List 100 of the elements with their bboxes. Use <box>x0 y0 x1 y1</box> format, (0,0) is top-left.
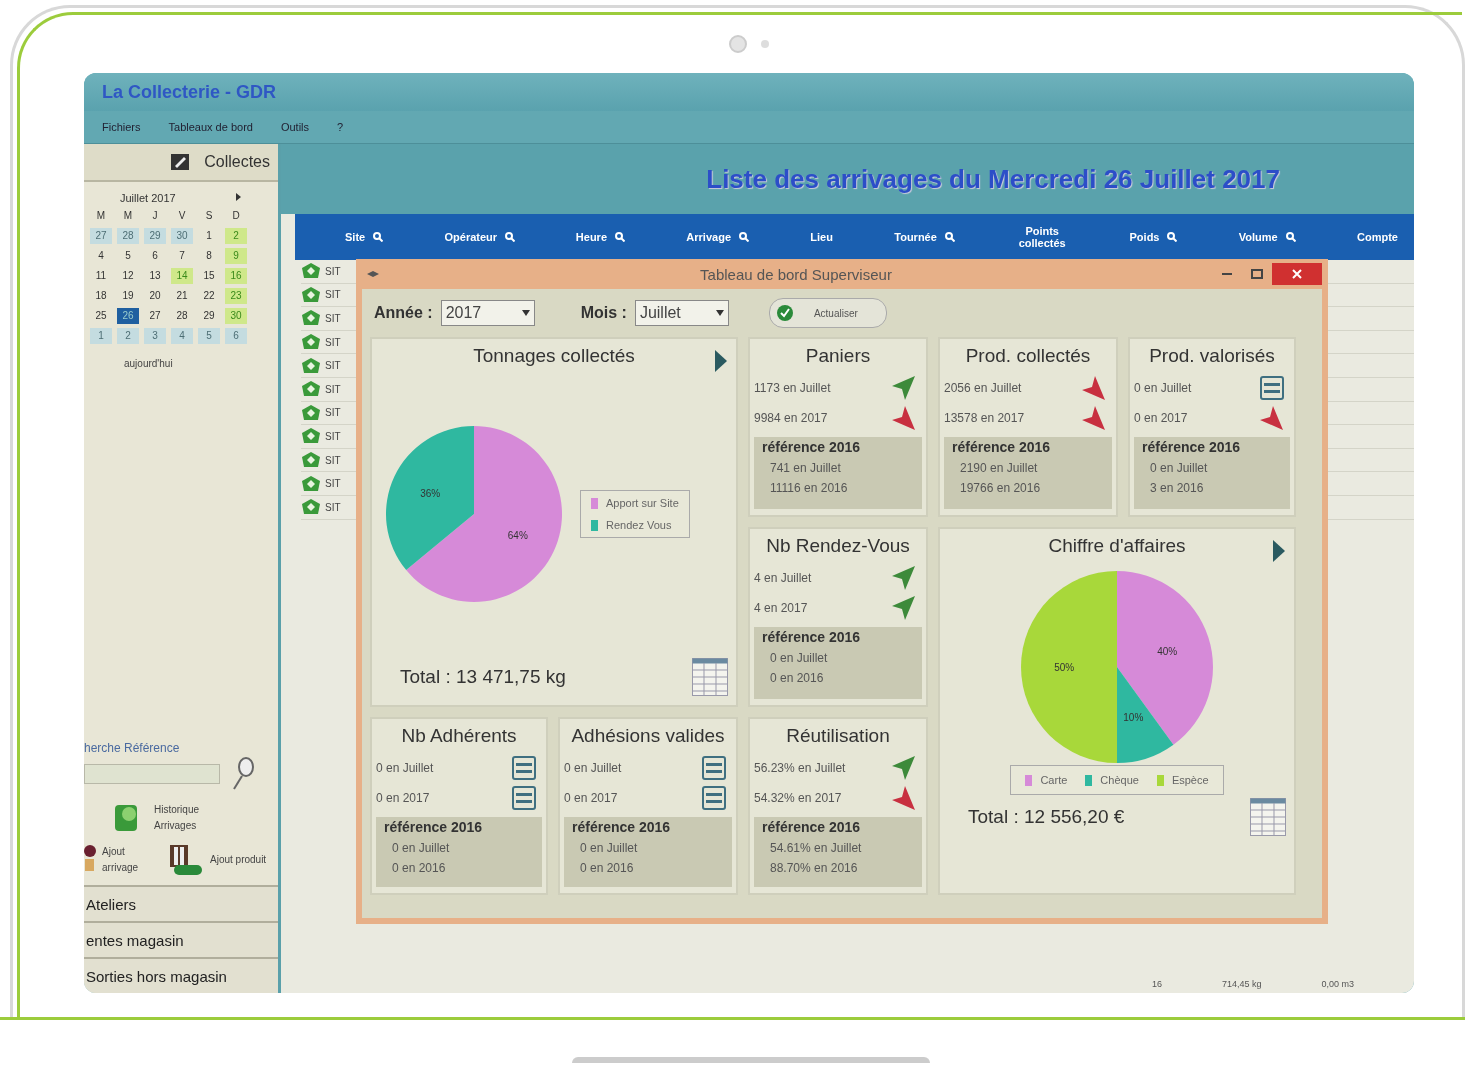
calendar-day[interactable]: 5 <box>198 328 220 344</box>
column-header[interactable]: Volume <box>1238 231 1278 243</box>
menu-item[interactable]: Outils <box>280 121 310 133</box>
calendar-day[interactable]: 9 <box>225 248 247 264</box>
card-title: Chiffre d'affaires <box>1048 534 1186 558</box>
calendar-day[interactable]: 15 <box>198 268 220 284</box>
action-button[interactable]: Historique Arrivages <box>112 801 212 835</box>
calendar-day[interactable]: 2 <box>225 228 247 244</box>
table-cell: SIT <box>325 360 341 372</box>
calendar-day[interactable]: 6 <box>225 328 247 344</box>
table-cell: SIT <box>325 336 341 348</box>
slice-label: 50% <box>1054 662 1075 673</box>
calendar-day[interactable]: 26 <box>117 308 139 324</box>
menu-item[interactable]: ? <box>337 121 344 133</box>
calendar-day[interactable]: 18 <box>90 288 112 304</box>
calendar-day[interactable]: 3 <box>144 328 166 344</box>
calendar-day[interactable]: 21 <box>171 288 193 304</box>
calendar-day[interactable]: 28 <box>171 308 193 324</box>
edit-icon <box>170 153 191 171</box>
next-icon <box>235 192 242 202</box>
calendar-day[interactable]: 4 <box>90 248 112 264</box>
calendar-day[interactable]: 12 <box>117 268 139 284</box>
card-title: Prod. collectés <box>964 344 1092 368</box>
slice-label: 10% <box>1123 712 1144 724</box>
stat-text: 0 en 2016 <box>580 861 635 875</box>
menu-item[interactable]: Tableaux de bord <box>168 121 253 133</box>
calendar-day[interactable]: 28 <box>117 228 139 244</box>
legend-label: Rendez Vous <box>606 519 672 531</box>
calendar-day[interactable]: 30 <box>225 308 247 324</box>
calendar-day[interactable]: 30 <box>171 228 193 244</box>
dropdown[interactable]: 2017 <box>440 300 535 326</box>
calendar-day[interactable]: 27 <box>90 228 112 244</box>
close-icon <box>1292 269 1302 279</box>
weekday-label: J <box>151 209 159 223</box>
today-link[interactable]: aujourd'hui <box>124 358 278 369</box>
stat-text: 741 en Juillet <box>770 461 842 475</box>
calendar-day[interactable]: 29 <box>198 308 220 324</box>
search-field[interactable] <box>84 764 220 784</box>
sensor-icon <box>761 40 769 48</box>
calendar-day[interactable]: 29 <box>144 228 166 244</box>
calendar-day[interactable]: 20 <box>144 288 166 304</box>
calendar-day[interactable]: 11 <box>90 268 112 284</box>
calendar-day[interactable]: 5 <box>117 248 139 264</box>
calendar-day[interactable]: 13 <box>144 268 166 284</box>
calendar-day[interactable]: 6 <box>144 248 166 264</box>
column-header[interactable]: Poids <box>1129 231 1160 243</box>
column-header[interactable]: Site <box>345 231 366 243</box>
column-header[interactable]: Heure <box>575 231 608 243</box>
stat-text: 11116 en 2016 <box>770 481 849 495</box>
down-arrow-icon <box>1080 375 1106 401</box>
sidebar-section[interactable]: Ateliers <box>84 885 278 921</box>
reference-title: référence 2016 <box>572 819 672 835</box>
caret-icon <box>715 310 724 316</box>
column-header[interactable]: Lieu <box>810 231 833 243</box>
stat-text: 0 en 2017 <box>376 791 430 805</box>
calendar-day[interactable]: 16 <box>225 268 247 284</box>
action-button[interactable]: Ajout arrivage <box>84 843 160 877</box>
calendar-day[interactable]: 7 <box>171 248 193 264</box>
stat-text: 0 en Juillet <box>376 761 434 775</box>
calendar-day[interactable]: 22 <box>198 288 220 304</box>
weekday-label: M <box>95 209 107 223</box>
stat-text: 1173 en Juillet <box>754 381 831 395</box>
equal-icon <box>512 756 536 780</box>
table-cell: SIT <box>325 454 341 466</box>
action-button[interactable]: Ajout produit <box>168 843 268 877</box>
sidebar-section[interactable]: Sorties hors magasin <box>84 957 278 993</box>
calendar-day[interactable]: 1 <box>90 328 112 344</box>
field-label: Mois : <box>580 304 627 322</box>
column-header[interactable]: Tournée <box>894 231 937 243</box>
equal-icon <box>702 786 726 810</box>
column-header[interactable]: Points collectés <box>1016 225 1069 249</box>
stat-text: 3 en 2016 <box>1150 481 1205 495</box>
legend-label: Espèce <box>1171 774 1209 786</box>
column-header[interactable]: Opérateur <box>444 231 497 243</box>
calendar-day[interactable]: 19 <box>117 288 139 304</box>
column-header[interactable]: Arrivage <box>686 231 731 243</box>
stat-text: 19766 en 2016 <box>960 481 1042 495</box>
up-arrow-icon <box>890 595 916 621</box>
sidebar-section[interactable]: entes magasin <box>84 921 278 957</box>
calendar-day[interactable]: 1 <box>198 228 220 244</box>
calendar-day[interactable]: 23 <box>225 288 247 304</box>
card-title: Prod. valorisés <box>1148 344 1276 368</box>
table-cell: SIT <box>325 430 341 442</box>
calendar-day[interactable]: 2 <box>117 328 139 344</box>
field-label: Année : <box>374 304 433 322</box>
calendar-day[interactable]: 8 <box>198 248 220 264</box>
close-button[interactable] <box>1272 263 1322 285</box>
dropdown[interactable]: Juillet <box>634 300 729 326</box>
menu-item[interactable]: Fichiers <box>102 121 141 133</box>
card-title: Réutilisation <box>785 724 891 748</box>
calendar-day[interactable]: 27 <box>144 308 166 324</box>
calendar-day[interactable]: 25 <box>90 308 112 324</box>
refresh-button[interactable]: Actualiser <box>768 298 887 328</box>
minimize-icon <box>1222 273 1232 275</box>
calendar-day[interactable]: 4 <box>171 328 193 344</box>
down-arrow-icon <box>890 785 916 811</box>
total-label: Total : 13 471,75 kg <box>400 666 566 688</box>
legend-label: Chèque <box>1100 774 1139 786</box>
calendar-day[interactable]: 14 <box>171 268 193 284</box>
column-header[interactable]: Compte <box>1357 231 1398 243</box>
